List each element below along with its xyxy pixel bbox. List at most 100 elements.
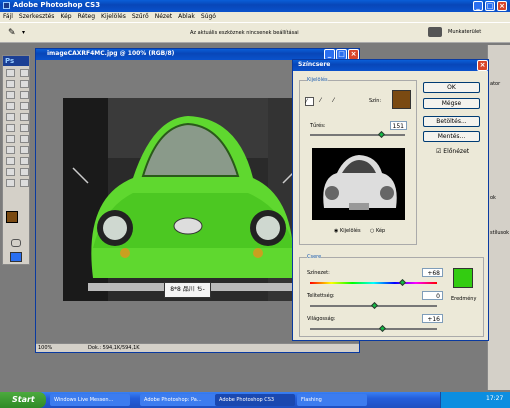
photoshop-icon: [3, 2, 10, 9]
quick-mask-icon[interactable]: [11, 239, 21, 247]
gradient-tool-icon[interactable]: [20, 124, 29, 132]
hue-slider[interactable]: [310, 282, 437, 284]
shape-tool-icon[interactable]: [20, 157, 29, 165]
marquee-tool-icon[interactable]: [20, 69, 29, 77]
selection-group: Kijelölés ⁄ ⁄ ⁄ Szín: Tűrés: 151 ◉ Kijel…: [299, 77, 417, 245]
dodge-tool-icon[interactable]: [20, 135, 29, 143]
document-status-bar: 100% Dok.: 594,1K/594,1K: [36, 343, 359, 352]
notes-tool-icon[interactable]: [6, 168, 15, 176]
menu-item[interactable]: Fájl: [3, 12, 13, 22]
lightness-label: Világosság:: [307, 316, 336, 322]
eyedropper-icon[interactable]: ⁄: [305, 97, 314, 106]
eraser-tool-icon[interactable]: [6, 124, 15, 132]
start-button[interactable]: Start: [0, 392, 46, 408]
maximize-button[interactable]: □: [485, 1, 495, 11]
app-title-bar: Adobe Photoshop CS3 _ □ ×: [0, 0, 510, 12]
slice-tool-icon[interactable]: [20, 91, 29, 99]
selection-group-label: Kijelölés: [307, 77, 328, 83]
lightness-slider-thumb[interactable]: [378, 324, 387, 333]
blur-tool-icon[interactable]: [6, 135, 15, 143]
replacement-group: Csere Színezet: +68 Telítettség: 0 Világ…: [299, 254, 484, 337]
hue-label: Színezet:: [307, 270, 330, 276]
lightness-field[interactable]: +16: [422, 314, 443, 323]
toolbox: Ps: [2, 55, 30, 265]
panel-dock: ator ok stílusok: [487, 45, 510, 390]
save-button[interactable]: Mentés...: [423, 131, 480, 142]
selection-color-swatch[interactable]: [392, 90, 411, 109]
options-bar: ✎ ▾ Az aktuális eszköznek nincsenek beál…: [0, 22, 510, 43]
replacement-group-label: Csere: [307, 254, 322, 260]
radio-image[interactable]: ○ Kép: [370, 228, 385, 234]
menu-item[interactable]: Szűrő: [132, 12, 149, 22]
options-status: Az aktuális eszköznek nincsenek beállítá…: [190, 30, 299, 36]
minimize-button[interactable]: _: [473, 1, 483, 11]
workspace-button[interactable]: Munkaterület: [448, 29, 481, 35]
menu-item[interactable]: Súgó: [201, 12, 216, 22]
tolerance-field[interactable]: 151: [390, 121, 407, 130]
foreground-color-swatch[interactable]: [6, 211, 18, 223]
license-plate: 8*8 品川 ち-: [164, 282, 211, 298]
history-brush-icon[interactable]: [20, 113, 29, 121]
app-title: Adobe Photoshop CS3: [13, 1, 101, 9]
type-tool-icon[interactable]: [20, 146, 29, 154]
taskbar-item[interactable]: Windows Live Messen...: [50, 394, 130, 406]
car-photo[interactable]: [63, 98, 303, 301]
eyedropper-minus-icon[interactable]: ⁄: [333, 97, 334, 104]
taskbar-item[interactable]: Flashing: [297, 394, 367, 406]
lightness-slider[interactable]: [310, 328, 437, 330]
menu-item[interactable]: Ablak: [178, 12, 195, 22]
dialog-title-bar: Színcsere ×: [293, 60, 488, 71]
saturation-label: Telítettség:: [307, 293, 335, 299]
preview-checkbox[interactable]: ☑ Előnézet: [436, 148, 469, 155]
hue-slider-thumb[interactable]: [398, 278, 407, 287]
camera-icon[interactable]: [428, 27, 442, 37]
panel-label-2[interactable]: ok: [490, 195, 496, 201]
load-button[interactable]: Betöltés...: [423, 116, 480, 127]
tolerance-slider-thumb[interactable]: [378, 130, 386, 139]
menu-item[interactable]: Réteg: [78, 12, 95, 22]
panel-label-3[interactable]: stílusok: [490, 230, 509, 236]
dialog-close-button[interactable]: ×: [477, 60, 488, 71]
move-tool-icon[interactable]: [6, 69, 15, 77]
ok-button[interactable]: OK: [423, 82, 480, 93]
document-title: imageCAXRF4MC.jpg @ 100% (RGB/8): [47, 50, 175, 57]
menu-item[interactable]: Kijelölés: [101, 12, 126, 22]
eyedropper-tool-icon[interactable]: ✎: [8, 28, 16, 38]
saturation-field[interactable]: 0: [422, 291, 443, 300]
taskbar-item[interactable]: Adobe Photoshop CS3: [215, 394, 295, 406]
cancel-button[interactable]: Mégse: [423, 98, 480, 109]
saturation-slider-thumb[interactable]: [370, 301, 379, 310]
zoom-level[interactable]: 100%: [36, 345, 52, 351]
menu-bar: Fájl Szerkesztés Kép Réteg Kijelölés Szűrő Néz…: [0, 12, 510, 22]
path-select-icon[interactable]: [6, 157, 15, 165]
zoom-tool-icon[interactable]: [20, 179, 29, 187]
screen-mode-icon[interactable]: [10, 252, 22, 262]
toolbox-logo: Ps: [3, 56, 29, 66]
eyedropper-tool-icon[interactable]: [20, 168, 29, 176]
crop-tool-icon[interactable]: [6, 91, 15, 99]
brush-tool-icon[interactable]: [20, 102, 29, 110]
taskbar: Start Windows Live Messen... Adobe Photos…: [0, 392, 510, 408]
taskbar-item[interactable]: Adobe Photoshop: Pa...: [140, 394, 220, 406]
eyedropper-plus-icon[interactable]: ⁄: [320, 97, 321, 104]
magic-wand-icon[interactable]: [20, 80, 29, 88]
clone-stamp-icon[interactable]: [6, 113, 15, 121]
dialog-title: Színcsere: [298, 61, 331, 68]
result-color-swatch[interactable]: [453, 268, 473, 288]
result-label: Eredmény: [451, 296, 477, 302]
document-info: Dok.: 594,1K/594,1K: [88, 345, 140, 351]
pen-tool-icon[interactable]: [6, 146, 15, 154]
lasso-tool-icon[interactable]: [6, 80, 15, 88]
radio-selection[interactable]: ◉ Kijelölés: [334, 228, 361, 234]
hand-tool-icon[interactable]: [6, 179, 15, 187]
tolerance-slider[interactable]: [310, 134, 405, 136]
menu-item[interactable]: Szerkesztés: [19, 12, 55, 22]
menu-item[interactable]: Kép: [60, 12, 71, 22]
panel-label-1[interactable]: ator: [490, 81, 500, 87]
close-button[interactable]: ×: [497, 1, 507, 11]
healing-brush-icon[interactable]: [6, 102, 15, 110]
system-tray: 17:27: [440, 392, 510, 408]
hue-field[interactable]: +68: [422, 268, 443, 277]
menu-item[interactable]: Nézet: [155, 12, 172, 22]
clock: 17:27: [486, 395, 504, 402]
